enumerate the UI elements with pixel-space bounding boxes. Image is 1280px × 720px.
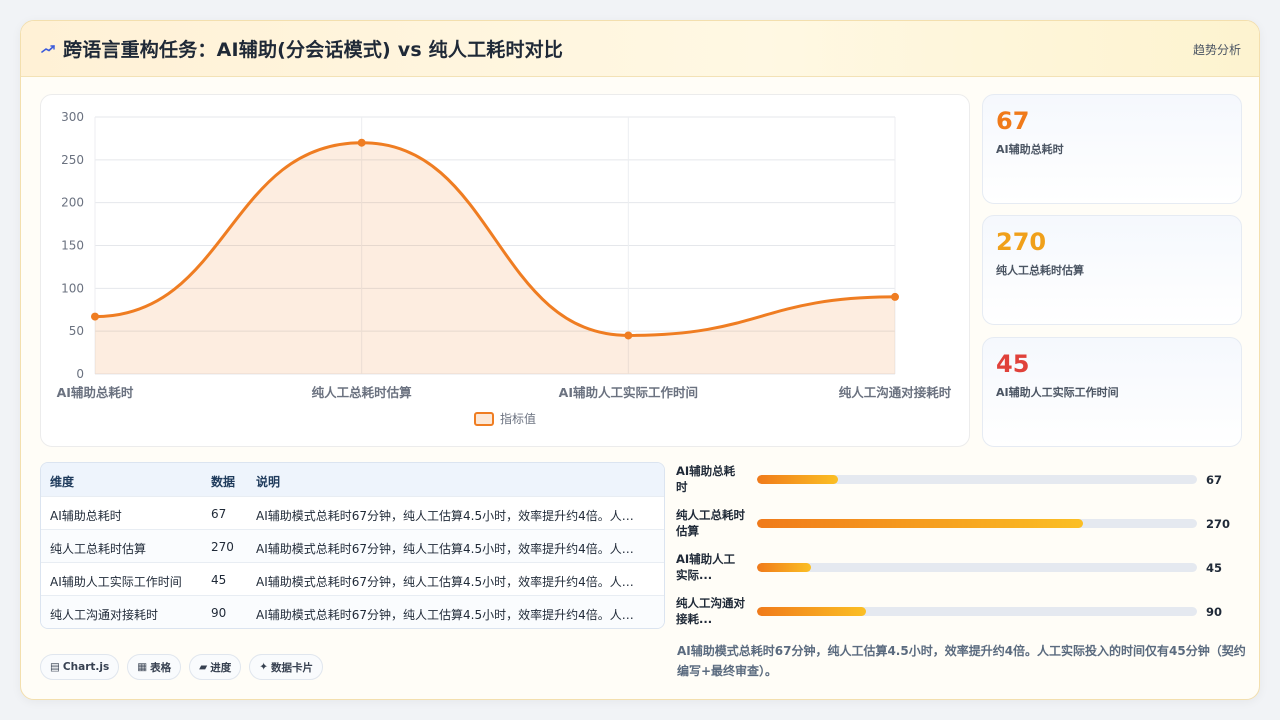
trend-arrow-icon xyxy=(41,41,57,57)
kpi-card-manual-total: 270 纯人工总耗时估算 xyxy=(982,215,1242,325)
x-tick-label: 纯人工总耗时估算 xyxy=(312,385,413,400)
cell-data: 67 xyxy=(211,507,227,521)
kpi-label: AI辅助总耗时 xyxy=(996,143,1064,156)
kpi-label: AI辅助人工实际工作时间 xyxy=(996,386,1119,399)
progress-label: 纯人工总耗时 估算 xyxy=(676,508,745,538)
data-table: 维度 数据 说明 AI辅助总耗时 67 AI辅助模式总耗时67分钟，纯人工估算4… xyxy=(40,462,665,629)
progress-value: 90 xyxy=(1206,605,1223,619)
tag-chartjs[interactable]: ▤ Chart.js xyxy=(40,654,120,680)
progress-icon: ▰ xyxy=(199,661,208,673)
kpi-card-ai-manual-work: 45 AI辅助人工实际工作时间 xyxy=(982,337,1242,447)
progress-value: 45 xyxy=(1206,561,1223,575)
table-row: 纯人工沟通对接耗时 90 AI辅助模式总耗时67分钟，纯人工估算4.5小时，效率… xyxy=(41,595,664,628)
table-icon: ▦ xyxy=(137,661,148,673)
feature-tags: ▤ Chart.js ▦ 表格 ▰ 进度 ✦ 数据卡片 xyxy=(40,654,324,680)
progress-label: 纯人工沟通对 接耗... xyxy=(676,596,745,626)
cell-description: AI辅助模式总耗时67分钟，纯人工估算4.5小时，效率提升约4倍。人工实际投入的… xyxy=(256,608,636,622)
header-description: 说明 xyxy=(256,475,281,489)
legend-swatch xyxy=(474,412,494,426)
progress-fill xyxy=(757,519,1083,528)
cell-data: 90 xyxy=(211,606,227,620)
kpi-value: 45 xyxy=(996,350,1030,378)
progress-row: AI辅助人工 实际... 45 xyxy=(676,551,1246,591)
series-area xyxy=(95,142,895,374)
progress-fill xyxy=(757,475,838,484)
progress-row: 纯人工沟通对 接耗... 90 xyxy=(676,595,1246,635)
cell-dimension: AI辅助人工实际工作时间 xyxy=(50,575,182,589)
chart-icon: ▤ xyxy=(50,661,60,673)
tag-progress[interactable]: ▰ 进度 xyxy=(189,654,242,680)
header-bar: 跨语言重构任务：AI辅助(分会话模式) vs 纯人工耗时对比 趋势分析 xyxy=(21,21,1259,77)
y-tick-label: 300 xyxy=(61,110,84,124)
table-header-row: 维度 数据 说明 xyxy=(41,463,664,496)
data-point xyxy=(91,312,99,321)
progress-fill xyxy=(757,607,866,616)
progress-fill xyxy=(757,563,812,572)
cell-data: 270 xyxy=(211,540,234,554)
y-tick-label: 50 xyxy=(69,324,84,338)
header-dimension: 维度 xyxy=(50,475,75,489)
y-tick-label: 100 xyxy=(61,281,84,295)
y-tick-label: 0 xyxy=(76,367,84,381)
header-data: 数据 xyxy=(211,475,236,489)
cell-dimension: AI辅助总耗时 xyxy=(50,509,122,523)
x-tick-label: AI辅助总耗时 xyxy=(57,385,134,400)
cell-dimension: 纯人工总耗时估算 xyxy=(50,542,147,556)
cell-data: 45 xyxy=(211,573,227,587)
table-row: AI辅助人工实际工作时间 45 AI辅助模式总耗时67分钟，纯人工估算4.5小时… xyxy=(41,562,664,595)
cell-dimension: 纯人工沟通对接耗时 xyxy=(50,608,159,622)
progress-label: AI辅助人工 实际... xyxy=(676,552,736,582)
progress-row: AI辅助总耗时 67 xyxy=(676,463,1246,503)
line-chart-card: 0 50 100 150 200 250 300 AI辅助总耗时 纯人工总耗时估算 AI辅助人工实… xyxy=(40,94,970,447)
kpi-card-ai-total: 67 AI辅助总耗时 xyxy=(982,94,1242,204)
x-tick-label: 纯人工沟通对接耗时 xyxy=(839,385,952,400)
kpi-label: 纯人工总耗时估算 xyxy=(996,264,1084,277)
progress-track xyxy=(757,607,1197,616)
cell-description: AI辅助模式总耗时67分钟，纯人工估算4.5小时，效率提升约4倍。人工实际投入的… xyxy=(256,575,636,589)
data-point xyxy=(357,138,366,147)
line-chart: 0 50 100 150 200 250 300 AI辅助总耗时 纯人工总耗时估算 AI辅助人工实… xyxy=(57,110,952,426)
trend-analysis-link[interactable]: 趋势分析 xyxy=(1193,41,1241,58)
cell-description: AI辅助模式总耗时67分钟，纯人工估算4.5小时，效率提升约4倍。人工实际投入的… xyxy=(256,509,636,523)
progress-track xyxy=(757,519,1197,528)
dashboard-frame: 跨语言重构任务：AI辅助(分会话模式) vs 纯人工耗时对比 趋势分析 0 50 1… xyxy=(20,20,1260,700)
progress-value: 270 xyxy=(1206,517,1231,531)
legend-label: 指标值 xyxy=(500,411,536,426)
kpi-value: 67 xyxy=(996,107,1030,135)
progress-value: 67 xyxy=(1206,473,1223,487)
card-icon: ✦ xyxy=(259,661,269,673)
y-tick-label: 150 xyxy=(61,239,84,253)
data-point xyxy=(891,292,899,301)
y-tick-label: 200 xyxy=(61,196,84,210)
progress-track xyxy=(757,475,1197,484)
progress-track xyxy=(757,563,1197,572)
x-tick-label: AI辅助人工实际工作时间 xyxy=(559,385,698,400)
data-point xyxy=(624,331,633,340)
tag-data-card[interactable]: ✦ 数据卡片 xyxy=(249,654,324,680)
table-row: AI辅助总耗时 67 AI辅助模式总耗时67分钟，纯人工估算4.5小时，效率提升… xyxy=(41,496,664,529)
y-tick-label: 250 xyxy=(61,153,84,167)
progress-label: AI辅助总耗时 xyxy=(676,464,736,494)
table-row: 纯人工总耗时估算 270 AI辅助模式总耗时67分钟，纯人工估算4.5小时，效率… xyxy=(41,529,664,562)
progress-row: 纯人工总耗时 估算 270 xyxy=(676,507,1246,547)
summary-note: AI辅助模式总耗时67分钟，纯人工估算4.5小时，效率提升约4倍。人工实际投入的… xyxy=(677,644,1246,678)
tag-table[interactable]: ▦ 表格 xyxy=(127,654,182,680)
cell-description: AI辅助模式总耗时67分钟，纯人工估算4.5小时，效率提升约4倍。人工实际投入的… xyxy=(256,542,636,556)
page-title: 跨语言重构任务：AI辅助(分会话模式) vs 纯人工耗时对比 xyxy=(63,39,564,61)
kpi-value: 270 xyxy=(996,228,1047,256)
